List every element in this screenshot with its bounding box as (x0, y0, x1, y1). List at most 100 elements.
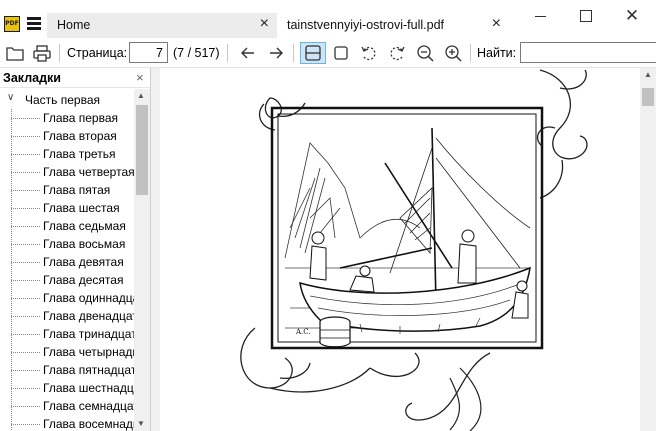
bookmarks-tree: ∨ Часть первая Глава первая Глава вторая Г… (0, 89, 134, 431)
bookmark-item[interactable]: Глава десятая (11, 271, 134, 289)
page-number-input[interactable] (129, 42, 168, 63)
bookmark-item-label: Глава одиннадцатая (43, 291, 134, 305)
bookmark-item-label: Глава третья (43, 147, 116, 161)
bookmark-item[interactable]: Глава восьмая (11, 235, 134, 253)
bookmark-item-label: Глава седьмая (43, 219, 126, 233)
tab-home-label: Home (57, 18, 91, 32)
find-input[interactable] (520, 42, 656, 63)
bookmark-item[interactable]: Глава двенадцатая (11, 307, 134, 325)
toolbar-divider (293, 44, 294, 62)
zoom-out-icon[interactable] (415, 42, 435, 64)
bookmark-item-label: Глава шестая (43, 201, 120, 215)
bookmark-item[interactable]: Глава пятая (11, 181, 134, 199)
tree-connector-dash (11, 388, 41, 389)
bookmarks-panel: Закладки × ∨ Часть первая Глава первая Гл… (0, 68, 150, 431)
scrollbar-thumb[interactable] (136, 105, 148, 195)
zoom-in-icon[interactable] (443, 42, 463, 64)
bookmark-item-label: Глава четвертая (43, 165, 134, 179)
print-icon[interactable] (32, 42, 52, 64)
toolbar-divider (59, 44, 60, 62)
tree-connector-dash (11, 172, 41, 173)
bookmark-item[interactable]: Глава четырнадцатая (11, 343, 134, 361)
tab-home[interactable]: Home × (47, 13, 277, 38)
tree-connector-dash (11, 118, 41, 119)
bookmark-item[interactable]: Глава пятнадцатая (11, 361, 134, 379)
tree-connector-dash (11, 154, 41, 155)
bookmark-item[interactable]: Глава тринадцатая (11, 325, 134, 343)
bookmark-item-label: Глава шестнадцатая (43, 381, 134, 395)
panel-splitter[interactable] (150, 68, 160, 431)
page-count: (7 / 517) (173, 46, 220, 60)
bookmark-item[interactable]: Глава седьмая (11, 217, 134, 235)
tree-connector-dash (11, 334, 41, 335)
rotate-right-icon[interactable] (387, 42, 407, 64)
bookmark-item-label: Глава девятая (43, 255, 124, 269)
hamburger-menu-icon[interactable] (27, 17, 41, 31)
tree-connector-dash (11, 316, 41, 317)
title-bar: PDF Home × tainstvennyiyi-ostrovi-full.p… (0, 0, 656, 38)
arrow-right-icon[interactable] (266, 42, 286, 64)
bookmark-item-label: Глава пятая (43, 183, 111, 197)
tree-connector-dash (11, 370, 41, 371)
bookmark-item[interactable]: Глава шестнадцатая (11, 379, 134, 397)
arrow-left-icon[interactable] (238, 42, 258, 64)
bookmark-item[interactable]: Глава шестая (11, 199, 134, 217)
bookmark-item-label: Глава двенадцатая (43, 309, 134, 323)
bookmark-item[interactable]: Глава одиннадцатая (11, 289, 134, 307)
scroll-down-icon[interactable]: ▼ (137, 419, 145, 428)
tab-document-label: tainstvennyiyi-ostrovi-full.pdf (287, 18, 445, 32)
tree-connector-dash (11, 226, 41, 227)
window-close-button[interactable]: ✕ (622, 6, 642, 26)
bookmark-item-label: Глава тринадцатая (43, 327, 134, 341)
bookmark-item-label: Глава восьмая (43, 237, 126, 251)
rotate-left-icon[interactable] (359, 42, 379, 64)
scroll-up-icon[interactable]: ▲ (137, 91, 145, 100)
tree-connector-dash (11, 298, 41, 299)
page-label: Страница: (67, 46, 128, 60)
bookmark-item-label: Глава первая (43, 111, 119, 125)
open-folder-icon[interactable] (5, 42, 25, 64)
bookmark-item[interactable]: Глава восемнадцатая (11, 415, 134, 431)
bookmark-item-label: Глава восемнадцатая (43, 417, 134, 431)
bookmarks-title: Закладки (3, 71, 61, 85)
bookmark-item[interactable]: Глава первая (11, 109, 134, 127)
tree-connector-dash (11, 262, 41, 263)
tree-connector-dash (11, 424, 41, 425)
chevron-down-icon[interactable]: ∨ (7, 92, 14, 103)
tree-connector-dash (11, 406, 41, 407)
app-logo-icon[interactable]: PDF (4, 16, 20, 32)
bookmarks-scrollbar[interactable]: ▲ ▼ (134, 89, 150, 431)
tree-connector-dash (11, 208, 41, 209)
bookmark-item-label: Глава вторая (43, 129, 117, 143)
tab-home-close-icon[interactable]: × (260, 16, 269, 32)
bookmarks-close-icon[interactable]: × (136, 70, 144, 85)
tree-connector-dash (11, 280, 41, 281)
tree-connector-dash (11, 244, 41, 245)
tree-connector-dash (11, 190, 41, 191)
bookmark-item[interactable]: Глава четвертая (11, 163, 134, 181)
fit-page-icon[interactable] (331, 42, 351, 64)
page-illustration: A.C. (240, 69, 588, 431)
bookmarks-header: Закладки × (0, 68, 150, 88)
scrollbar-thumb[interactable] (642, 88, 654, 106)
bookmark-item-label: Глава пятнадцатая (43, 363, 134, 377)
tab-document[interactable]: tainstvennyiyi-ostrovi-full.pdf × (277, 13, 509, 38)
bookmark-item-label: Глава десятая (43, 273, 124, 287)
toolbar-divider (227, 44, 228, 62)
fit-width-button[interactable] (300, 42, 326, 64)
scroll-up-icon[interactable]: ▲ (644, 70, 652, 79)
illustration-signature: A.C. (295, 328, 311, 336)
bookmark-item[interactable]: Глава вторая (11, 127, 134, 145)
bookmark-item-label: Глава семнадцатая (43, 399, 134, 413)
tree-connector-dash (11, 136, 41, 137)
bookmark-part-one-label: Часть первая (25, 93, 101, 107)
maximize-button[interactable] (576, 6, 596, 26)
tab-document-close-icon[interactable]: × (492, 16, 501, 32)
bookmark-item[interactable]: Глава семнадцатая (11, 397, 134, 415)
bookmark-item[interactable]: Глава третья (11, 145, 134, 163)
document-view[interactable]: A.C. (160, 68, 640, 431)
document-scrollbar[interactable]: ▲ (640, 68, 656, 431)
minimize-button[interactable] (531, 6, 551, 26)
toolbar-divider (470, 44, 471, 62)
bookmark-item[interactable]: Глава девятая (11, 253, 134, 271)
